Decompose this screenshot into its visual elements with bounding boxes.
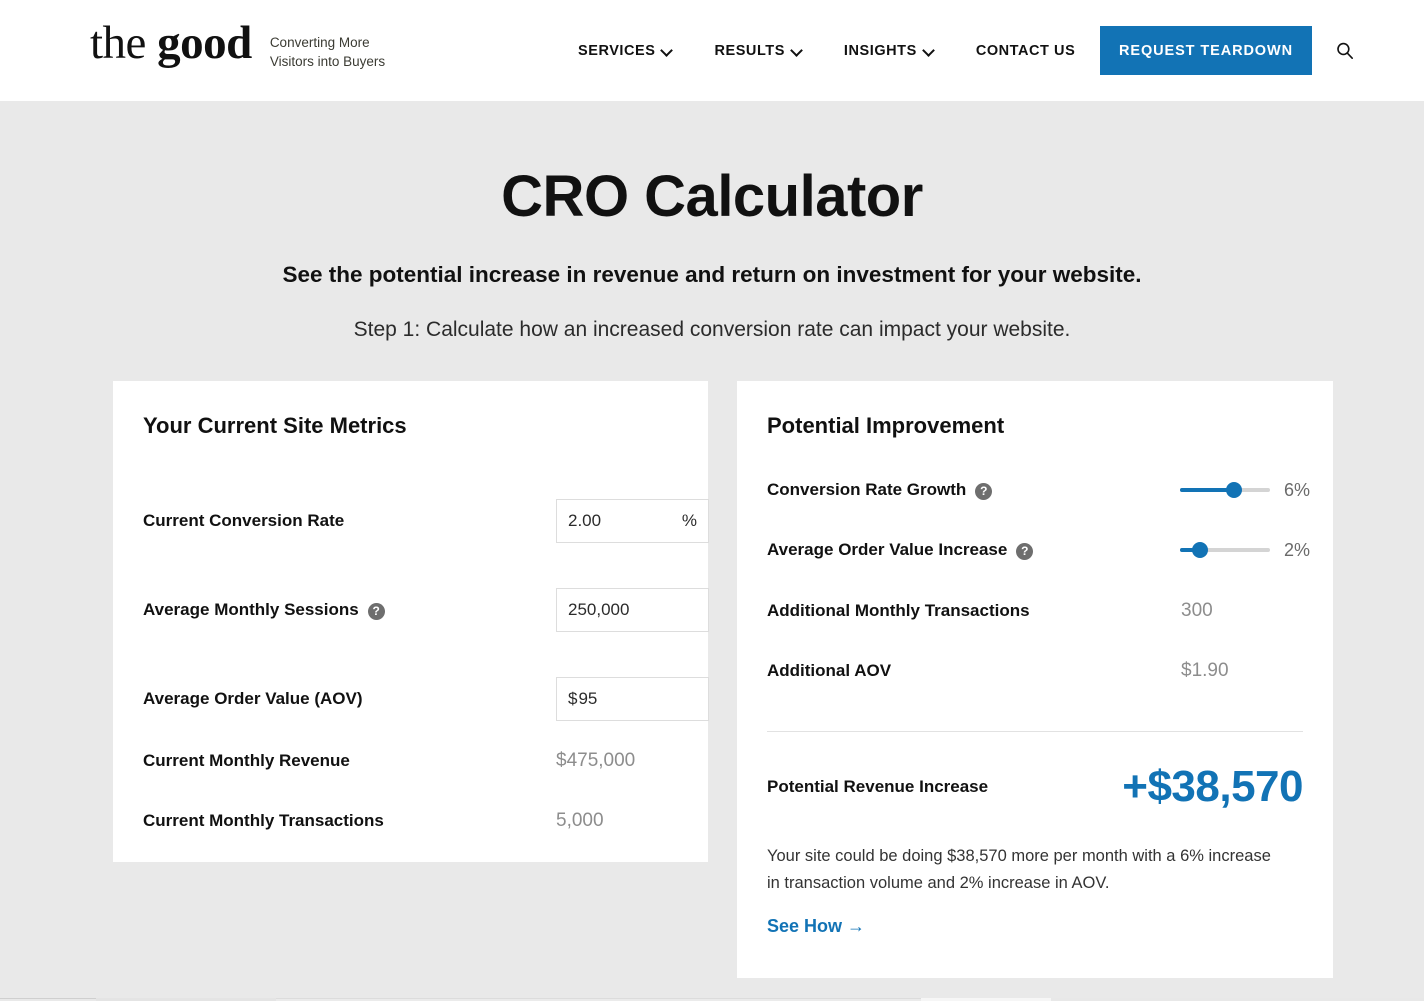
left-card-title: Your Current Site Metrics bbox=[143, 413, 708, 439]
improvement-row-average-order-value-increase: Average Order Value Increase ? 2% bbox=[767, 537, 1303, 563]
logo-tagline-line2: Visitors into Buyers bbox=[270, 52, 385, 71]
logo-wordmark: the good bbox=[90, 20, 252, 67]
average-order-value-increase-slider[interactable] bbox=[1180, 548, 1270, 552]
improvement-row-additional-monthly-transactions: Additional Monthly Transactions 300 bbox=[767, 599, 1303, 623]
value-additional-aov: $1.90 bbox=[1181, 660, 1229, 682]
label-conversion-rate-growth: Conversion Rate Growth ? bbox=[767, 480, 992, 500]
label-text: Current Monthly Transactions bbox=[143, 811, 384, 831]
result-description: Your site could be doing $38,570 more pe… bbox=[767, 843, 1287, 896]
page-title: CRO Calculator bbox=[0, 163, 1424, 230]
label-text: Additional Monthly Transactions bbox=[767, 601, 1030, 621]
label-text: Current Conversion Rate bbox=[143, 511, 344, 531]
metric-row-current-conversion-rate: Current Conversion Rate % bbox=[143, 499, 678, 543]
current-conversion-rate-field[interactable]: % bbox=[556, 499, 709, 543]
current-site-metrics-card: Your Current Site Metrics Current Conver… bbox=[113, 381, 708, 862]
percent-suffix: % bbox=[676, 511, 697, 531]
label-text: Average Order Value Increase bbox=[767, 540, 1007, 560]
sliver-segment bbox=[0, 998, 96, 999]
improvement-row-additional-aov: Additional AOV $1.90 bbox=[767, 659, 1303, 683]
current-conversion-rate-input[interactable] bbox=[568, 511, 676, 531]
slider-thumb[interactable] bbox=[1226, 482, 1242, 498]
label-average-order-value-increase: Average Order Value Increase ? bbox=[767, 540, 1033, 560]
help-icon[interactable]: ? bbox=[1016, 543, 1033, 560]
label-current-monthly-transactions: Current Monthly Transactions bbox=[143, 811, 384, 831]
nav-label-results: RESULTS bbox=[714, 43, 784, 59]
metric-row-current-monthly-transactions: Current Monthly Transactions 5,000 bbox=[143, 809, 678, 833]
logo-word-good: good bbox=[157, 17, 252, 69]
conversion-rate-growth-slider-wrap: 6% bbox=[1180, 480, 1310, 501]
label-additional-aov: Additional AOV bbox=[767, 661, 891, 681]
metric-row-average-monthly-sessions: Average Monthly Sessions ? bbox=[143, 588, 678, 632]
label-text: Average Order Value (AOV) bbox=[143, 689, 363, 709]
potential-revenue-increase-row: Potential Revenue Increase +$38,570 bbox=[767, 777, 1303, 797]
slider-thumb[interactable] bbox=[1192, 542, 1208, 558]
average-monthly-sessions-input[interactable] bbox=[568, 600, 697, 620]
average-monthly-sessions-field[interactable] bbox=[556, 588, 709, 632]
dollar-prefix: $ bbox=[568, 689, 577, 709]
right-card-title: Potential Improvement bbox=[767, 413, 1333, 439]
search-button[interactable] bbox=[1332, 38, 1358, 64]
improvement-row-conversion-rate-growth: Conversion Rate Growth ? 6% bbox=[767, 477, 1303, 503]
nav-label-services: SERVICES bbox=[578, 43, 655, 59]
nav-item-contact-us[interactable]: CONTACT US bbox=[976, 43, 1075, 59]
logo-word-the: the bbox=[90, 17, 157, 69]
conversion-rate-growth-slider[interactable] bbox=[1180, 488, 1270, 492]
section-divider bbox=[767, 731, 1303, 732]
label-text: Average Monthly Sessions bbox=[143, 600, 359, 620]
see-how-link[interactable]: See How → bbox=[767, 916, 865, 937]
label-text: Additional AOV bbox=[767, 661, 891, 681]
step-description: Step 1: Calculate how an increased conve… bbox=[0, 318, 1424, 342]
nav-item-results[interactable]: RESULTS bbox=[714, 43, 801, 59]
value-conversion-rate-growth: 6% bbox=[1284, 480, 1310, 501]
value-average-order-value-increase: 2% bbox=[1284, 540, 1310, 561]
site-header: the good Converting More Visitors into B… bbox=[0, 0, 1424, 101]
help-icon[interactable]: ? bbox=[975, 483, 992, 500]
potential-improvement-card: Potential Improvement Conversion Rate Gr… bbox=[737, 381, 1333, 978]
label-average-order-value: Average Order Value (AOV) bbox=[143, 689, 363, 709]
average-order-value-field[interactable]: $ bbox=[556, 677, 709, 721]
logo-tagline: Converting More Visitors into Buyers bbox=[270, 33, 385, 71]
nav-item-services[interactable]: SERVICES bbox=[578, 43, 672, 59]
next-section-sliver bbox=[0, 997, 1424, 1001]
request-teardown-button[interactable]: REQUEST TEARDOWN bbox=[1100, 26, 1312, 75]
nav-label-insights: INSIGHTS bbox=[844, 43, 917, 59]
logo-tagline-line1: Converting More bbox=[270, 33, 385, 52]
value-current-monthly-revenue: $475,000 bbox=[556, 750, 635, 772]
chevron-down-icon bbox=[924, 45, 934, 55]
value-potential-revenue-increase: +$38,570 bbox=[1122, 765, 1303, 809]
label-text: Conversion Rate Growth bbox=[767, 480, 966, 500]
label-current-conversion-rate: Current Conversion Rate bbox=[143, 511, 344, 531]
label-current-monthly-revenue: Current Monthly Revenue bbox=[143, 751, 350, 771]
help-icon[interactable]: ? bbox=[368, 603, 385, 620]
average-order-value-increase-slider-wrap: 2% bbox=[1180, 540, 1310, 561]
average-order-value-input[interactable] bbox=[578, 689, 697, 709]
label-additional-monthly-transactions: Additional Monthly Transactions bbox=[767, 601, 1030, 621]
label-text: Current Monthly Revenue bbox=[143, 751, 350, 771]
metric-row-average-order-value: Average Order Value (AOV) $ bbox=[143, 677, 678, 721]
chevron-down-icon bbox=[792, 45, 802, 55]
value-current-monthly-transactions: 5,000 bbox=[556, 810, 604, 832]
metric-row-current-monthly-revenue: Current Monthly Revenue $475,000 bbox=[143, 749, 678, 773]
chevron-down-icon bbox=[662, 45, 672, 55]
search-icon bbox=[1335, 41, 1355, 61]
site-logo[interactable]: the good Converting More Visitors into B… bbox=[90, 20, 385, 71]
calculator-cards: Your Current Site Metrics Current Conver… bbox=[0, 381, 1424, 981]
hero-section: CRO Calculator See the potential increas… bbox=[0, 163, 1424, 342]
label-potential-revenue-increase: Potential Revenue Increase bbox=[767, 777, 988, 797]
label-average-monthly-sessions: Average Monthly Sessions ? bbox=[143, 600, 385, 620]
value-additional-monthly-transactions: 300 bbox=[1181, 600, 1213, 622]
main-navigation: SERVICES RESULTS INSIGHTS CONTACT US bbox=[578, 0, 1075, 101]
page-subtitle: See the potential increase in revenue an… bbox=[0, 262, 1424, 288]
nav-label-contact-us: CONTACT US bbox=[976, 43, 1075, 59]
nav-item-insights[interactable]: INSIGHTS bbox=[844, 43, 934, 59]
